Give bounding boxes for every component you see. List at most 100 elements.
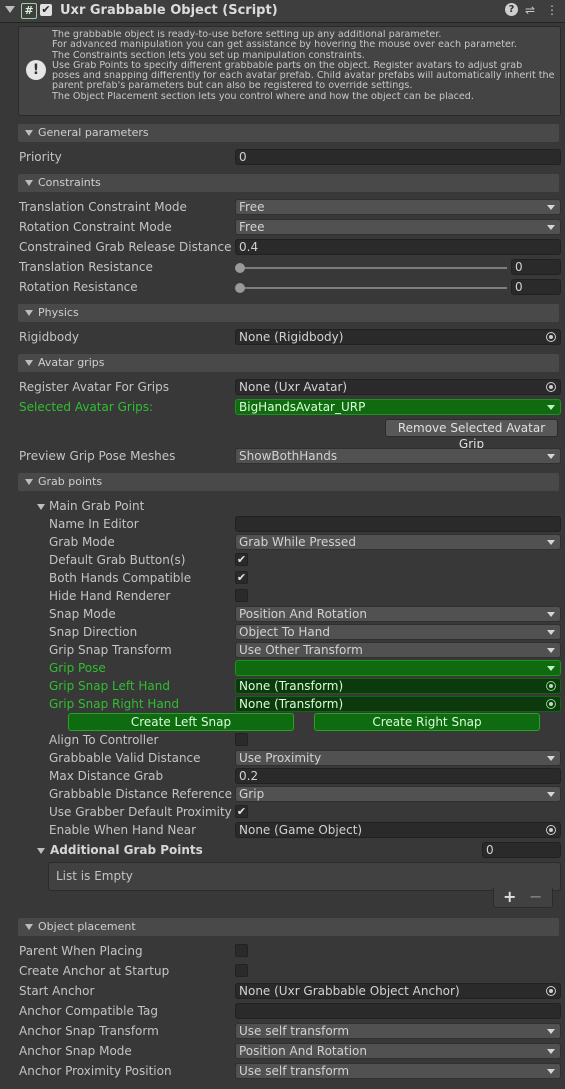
context-menu-icon[interactable]: ⋮ [546, 3, 558, 17]
dropdown-arrow-icon [547, 454, 555, 459]
grabbable-distance-reference-dropdown[interactable]: Grip [235, 786, 561, 802]
object-picker-icon[interactable] [546, 332, 556, 342]
section-general-parameters[interactable]: General parameters [18, 124, 559, 142]
selected-avatar-grips-dropdown[interactable]: BigHandsAvatar_URP [235, 399, 561, 415]
object-picker-icon[interactable] [546, 825, 556, 835]
anchor-compatible-tag-field[interactable] [235, 1003, 561, 1019]
section-object-placement[interactable]: Object placement [18, 918, 559, 936]
section-title: Constraints [38, 176, 101, 189]
dropdown-arrow-icon [547, 612, 555, 617]
grab-mode-label: Grab Mode [49, 535, 115, 549]
parent-when-placing-checkbox[interactable] [235, 944, 248, 957]
both-hands-compatible-checkbox[interactable]: ✔ [235, 571, 248, 584]
main-grab-point-label[interactable]: Main Grab Point [49, 499, 144, 513]
selected-avatar-grips-label: Selected Avatar Grips: [19, 400, 154, 414]
collapse-arrow-icon[interactable] [5, 6, 15, 13]
dropdown-arrow-icon [547, 630, 555, 635]
list-footer: + − [493, 887, 553, 908]
foldout-arrow-icon [25, 180, 33, 186]
grabbable-valid-distance-dropdown[interactable]: Use Proximity [235, 750, 561, 766]
component-enabled-checkbox[interactable]: ✔ [40, 4, 52, 16]
constrained-release-distance-field[interactable]: 0.4 [235, 239, 561, 255]
section-grab-points[interactable]: Grab points [18, 473, 559, 491]
default-grab-buttons-checkbox[interactable]: ✔ [235, 553, 248, 566]
max-distance-grab-field[interactable]: 0.2 [235, 768, 561, 784]
object-picker-icon[interactable] [546, 681, 556, 691]
object-picker-icon[interactable] [546, 382, 556, 392]
section-constraints[interactable]: Constraints [18, 174, 559, 192]
dropdown-arrow-icon [547, 1049, 555, 1054]
object-field-value: None (Transform) [239, 697, 344, 711]
rotation-resistance-slider-handle[interactable] [235, 283, 245, 293]
help-line: For advanced manipulation you can get as… [52, 40, 517, 51]
priority-field[interactable]: 0 [235, 149, 561, 165]
snap-direction-dropdown[interactable]: Object To Hand [235, 624, 561, 640]
align-to-controller-checkbox[interactable] [235, 733, 248, 746]
priority-label: Priority [19, 150, 62, 164]
anchor-proximity-position-dropdown[interactable]: Use self transform [235, 1063, 561, 1079]
max-distance-grab-label: Max Distance Grab [49, 769, 164, 783]
remove-selected-avatar-grip-button[interactable]: Remove Selected Avatar Grip [385, 419, 558, 451]
anchor-snap-transform-dropdown[interactable]: Use self transform [235, 1023, 561, 1039]
register-avatar-object-field[interactable]: None (Uxr Avatar) [235, 379, 561, 395]
preview-grip-pose-meshes-dropdown[interactable]: ShowBothHands [235, 448, 561, 464]
snap-direction-label: Snap Direction [49, 625, 138, 639]
object-picker-icon[interactable] [546, 699, 556, 709]
add-item-icon[interactable]: + [503, 887, 516, 906]
grabbable-valid-distance-label: Grabbable Valid Distance [49, 751, 201, 765]
additional-grab-points-label[interactable]: Additional Grab Points [50, 843, 203, 857]
dropdown-value: Position And Rotation [239, 1044, 367, 1058]
start-anchor-field[interactable]: None (Uxr Grabbable Object Anchor) [235, 983, 561, 999]
object-field-value: None (Uxr Grabbable Object Anchor) [239, 984, 460, 998]
use-grabber-default-proximity-label: Use Grabber Default Proximity [49, 805, 232, 819]
rigidbody-object-field[interactable]: None (Rigidbody) [235, 329, 561, 345]
use-grabber-default-proximity-checkbox[interactable]: ✔ [235, 805, 248, 818]
grip-pose-label: Grip Pose [49, 661, 106, 675]
create-right-snap-button[interactable]: Create Right Snap [314, 713, 540, 731]
create-anchor-at-startup-label: Create Anchor at Startup [19, 964, 170, 978]
object-field-value: None (Transform) [239, 679, 344, 693]
hide-hand-renderer-checkbox[interactable] [235, 589, 248, 602]
grip-pose-dropdown[interactable] [235, 660, 561, 676]
create-anchor-at-startup-checkbox[interactable] [235, 964, 248, 977]
section-avatar-grips[interactable]: Avatar grips [18, 354, 559, 372]
grip-snap-transform-dropdown[interactable]: Use Other Transform [235, 642, 561, 658]
object-field-value: None (Rigidbody) [239, 330, 344, 344]
grip-snap-right-hand-field[interactable]: None (Transform) [235, 696, 561, 712]
section-physics[interactable]: Physics [18, 304, 559, 322]
dropdown-value: Use Proximity [239, 751, 322, 765]
dropdown-value: Use self transform [239, 1064, 350, 1078]
dropdown-arrow-icon [547, 405, 555, 410]
anchor-snap-mode-dropdown[interactable]: Position And Rotation [235, 1043, 561, 1059]
additional-grab-points-foldout-icon[interactable] [37, 848, 45, 854]
translation-constraint-mode-label: Translation Constraint Mode [19, 200, 187, 214]
foldout-arrow-icon [25, 924, 33, 930]
dropdown-value: Object To Hand [239, 625, 330, 639]
section-title: Grab points [38, 475, 103, 488]
name-in-editor-label: Name In Editor [49, 517, 139, 531]
translation-constraint-mode-dropdown[interactable]: Free [235, 199, 561, 215]
dropdown-value: Free [239, 200, 265, 214]
additional-grab-points-count[interactable]: 0 [482, 842, 561, 858]
translation-resistance-slider-track[interactable] [240, 267, 507, 269]
translation-resistance-slider-handle[interactable] [235, 263, 245, 273]
name-in-editor-field[interactable] [235, 516, 561, 532]
rigidbody-label: Rigidbody [19, 330, 79, 344]
create-left-snap-button[interactable]: Create Left Snap [68, 713, 294, 731]
grip-snap-left-hand-field[interactable]: None (Transform) [235, 678, 561, 694]
snap-mode-dropdown[interactable]: Position And Rotation [235, 606, 561, 622]
rotation-resistance-field[interactable]: 0 [511, 279, 561, 295]
translation-resistance-field[interactable]: 0 [511, 259, 561, 275]
grab-mode-dropdown[interactable]: Grab While Pressed [235, 534, 561, 550]
rotation-constraint-mode-dropdown[interactable]: Free [235, 219, 561, 235]
enable-when-hand-near-field[interactable]: None (Game Object) [235, 822, 561, 838]
object-field-value: None (Game Object) [239, 823, 363, 837]
object-picker-icon[interactable] [546, 986, 556, 996]
help-icon[interactable]: ? [505, 3, 518, 16]
main-grab-point-foldout-icon[interactable] [37, 504, 45, 510]
presets-icon[interactable]: ⇌ [525, 3, 535, 17]
remove-item-icon[interactable]: − [529, 887, 542, 906]
rotation-resistance-label: Rotation Resistance [19, 280, 138, 294]
grabbable-distance-reference-label: Grabbable Distance Reference [49, 787, 233, 801]
rotation-resistance-slider-track[interactable] [240, 287, 507, 289]
